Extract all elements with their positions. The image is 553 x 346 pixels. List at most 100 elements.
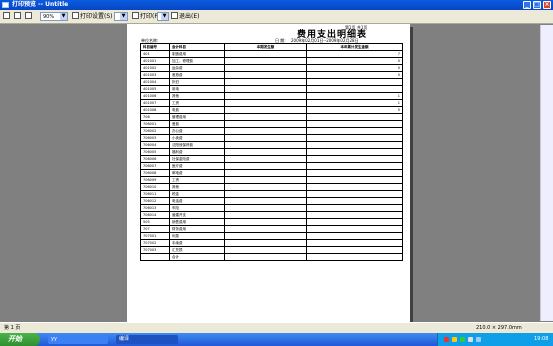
start-button[interactable]: 开始 xyxy=(0,333,40,346)
table-cell: 差旅费 xyxy=(169,71,225,79)
table-cell: 邮电费 xyxy=(169,169,225,177)
table-cell: 401007 xyxy=(140,99,170,107)
table-cell xyxy=(306,78,403,86)
table-cell: 401003 xyxy=(140,71,170,79)
table-cell: 706012 xyxy=(140,197,170,205)
tray-icon[interactable] xyxy=(452,337,457,342)
tray-icon[interactable] xyxy=(460,337,465,342)
table-cell: 财务费用 xyxy=(169,225,225,233)
table-cell: 营建开支 xyxy=(169,211,225,219)
table-cell xyxy=(224,120,307,128)
table-cell: 706008 xyxy=(140,169,170,177)
table-cell xyxy=(306,190,403,198)
column-header: 本期发生额 xyxy=(224,43,307,51)
setup-icon xyxy=(72,12,79,19)
table-cell xyxy=(224,183,307,191)
print-setup-button[interactable]: 打印设置(S) xyxy=(72,12,113,22)
exit-label: 退出(E) xyxy=(179,13,200,20)
table-cell: 1 xyxy=(306,92,403,100)
taskbar-item-yy[interactable]: yy xyxy=(48,335,108,344)
table-cell xyxy=(306,211,403,219)
table-cell: 401001 xyxy=(140,57,170,65)
table-cell: 706007 xyxy=(140,162,170,170)
table-cell: 0 xyxy=(306,64,403,72)
table-cell xyxy=(306,162,403,170)
table-row: 401006 其他 1 xyxy=(140,92,403,100)
title-bar: 打印预览 -- Untitle _ □ × xyxy=(0,0,553,10)
table-row: 706003 小卖费 xyxy=(140,134,403,142)
table-row: 706 管理费用 xyxy=(140,113,403,121)
table-cell: 706010 xyxy=(140,183,170,191)
table-cell xyxy=(306,176,403,184)
table-cell xyxy=(306,120,403,128)
table-cell: 706001 xyxy=(140,120,170,128)
close-button[interactable]: × xyxy=(543,1,551,9)
table-cell xyxy=(224,78,307,86)
zoom-value: 90% xyxy=(43,14,55,20)
table-cell: 706004 xyxy=(140,141,170,149)
table-cell xyxy=(306,218,403,226)
table-row: 706006 社保金险费 xyxy=(140,155,403,163)
table-cell xyxy=(224,50,307,58)
table-header: 科目编号 会计科目 本期发生额 本年累计发生金额 xyxy=(140,43,403,51)
prev-page-icon[interactable] xyxy=(14,12,22,22)
column-header: 本年累计发生金额 xyxy=(306,43,403,51)
exit-button[interactable]: 退出(E) xyxy=(171,12,199,22)
table-cell: 工资 xyxy=(169,99,225,107)
first-page-icon[interactable] xyxy=(3,12,11,22)
table-row: 707002 手续费 xyxy=(140,239,403,247)
table-cell: 其他 xyxy=(169,92,225,100)
table-cell: 706014 xyxy=(140,211,170,219)
table-row: 401002 运杂费 0 xyxy=(140,64,403,72)
table-cell: 401008 xyxy=(140,106,170,114)
minimize-button[interactable]: _ xyxy=(523,1,531,9)
table-row: 706012 电话费 xyxy=(140,197,403,205)
table-cell: 沈阳冠保停费 xyxy=(169,141,225,149)
table-cell: 401004 xyxy=(140,78,170,86)
table-cell: 办公费 xyxy=(169,127,225,135)
table-row: 706007 医疗费 xyxy=(140,162,403,170)
table-row: 505 销售费用 xyxy=(140,218,403,226)
table-row: 401007 工资 1 xyxy=(140,99,403,107)
table-row: 706001 差费 xyxy=(140,120,403,128)
table-cell: 制造费用 xyxy=(169,50,225,58)
table-cell: 小卖费 xyxy=(169,134,225,142)
zoom-select[interactable]: 90% ▼ xyxy=(40,12,68,21)
table-cell: 0 xyxy=(306,57,403,65)
table-row: 401005 用电 xyxy=(140,85,403,93)
table-cell xyxy=(306,225,403,233)
table-cell: 用电 xyxy=(169,85,225,93)
table-cell: 车险 xyxy=(169,204,225,212)
table-cell: 401 xyxy=(140,50,170,58)
table-cell xyxy=(224,176,307,184)
table-cell: 706011 xyxy=(140,190,170,198)
tray-icon[interactable] xyxy=(444,337,449,342)
print-dropdown[interactable]: ▼ xyxy=(157,12,169,21)
table-cell xyxy=(306,246,403,254)
table-cell: 运杂费 xyxy=(169,64,225,72)
table-cell xyxy=(224,134,307,142)
table-cell xyxy=(306,155,403,163)
maximize-button[interactable]: □ xyxy=(533,1,541,9)
table-cell: 706005 xyxy=(140,148,170,156)
table-cell xyxy=(306,85,403,93)
table-cell xyxy=(224,246,307,254)
table-cell: 707 xyxy=(140,225,170,233)
table-cell: 税金 xyxy=(169,190,225,198)
tray-icon[interactable] xyxy=(468,337,473,342)
next-page-icon[interactable] xyxy=(25,12,33,22)
vertical-scrollbar[interactable] xyxy=(540,25,553,321)
tray-icon[interactable] xyxy=(476,337,481,342)
expense-table: 科目编号 会计科目 本期发生额 本年累计发生金额 401 制造费用 7 401001 加工、修理… xyxy=(140,43,403,261)
column-header: 科目编号 xyxy=(140,43,170,51)
table-cell xyxy=(224,99,307,107)
table-cell xyxy=(224,57,307,65)
table-cell: 707002 xyxy=(140,239,170,247)
table-row: 401004 折旧 xyxy=(140,78,403,86)
table-cell: 401005 xyxy=(140,85,170,93)
setup-dropdown[interactable]: ▼ xyxy=(114,12,128,21)
exit-icon xyxy=(171,12,178,19)
table-row: 706014 营建开支 xyxy=(140,211,403,219)
taskbar-item-compile[interactable]: 编译 xyxy=(116,335,178,344)
table-cell: 折旧 xyxy=(169,78,225,86)
